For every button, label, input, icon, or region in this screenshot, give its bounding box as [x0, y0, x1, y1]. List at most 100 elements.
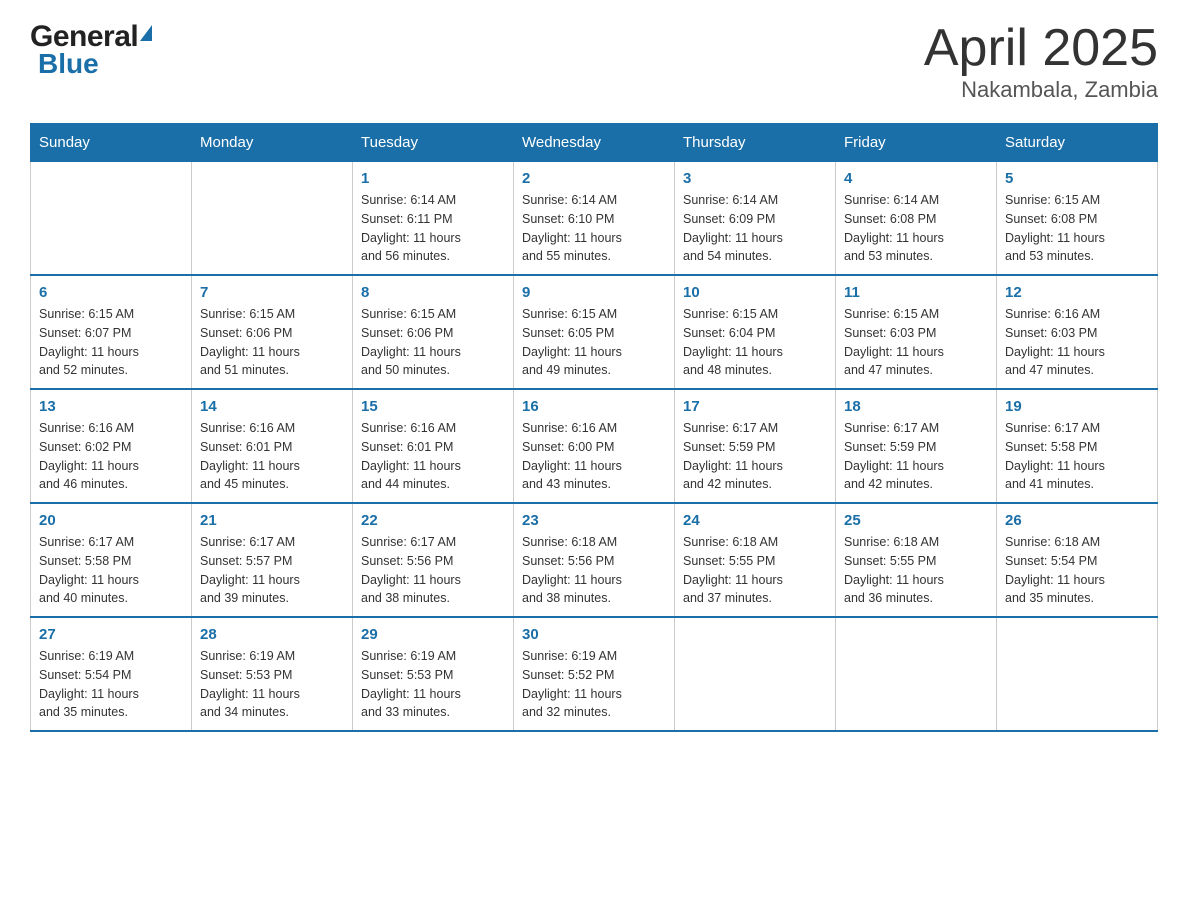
day-number: 9 [522, 284, 666, 301]
day-number: 11 [844, 284, 988, 301]
day-info: Sunrise: 6:17 AMSunset: 5:57 PMDaylight:… [200, 533, 344, 608]
day-info: Sunrise: 6:17 AMSunset: 5:58 PMDaylight:… [1005, 419, 1149, 494]
title-block: April 2025 Nakambala, Zambia [924, 20, 1158, 103]
header-cell-thursday: Thursday [675, 124, 836, 162]
header-cell-saturday: Saturday [997, 124, 1158, 162]
calendar-cell: 24 Sunrise: 6:18 AMSunset: 5:55 PMDayligh… [675, 503, 836, 617]
day-number: 21 [200, 512, 344, 529]
calendar-body: 1 Sunrise: 6:14 AMSunset: 6:11 PMDaylight… [31, 162, 1158, 732]
calendar-cell: 18Sunrise: 6:17 AMSunset: 5:59 PMDayligh… [836, 389, 997, 503]
calendar-cell: 7 Sunrise: 6:15 AMSunset: 6:06 PMDaylight… [192, 275, 353, 389]
day-number: 17 [683, 398, 827, 415]
logo-arrow-icon [140, 25, 152, 41]
header-cell-wednesday: Wednesday [514, 124, 675, 162]
header-cell-friday: Friday [836, 124, 997, 162]
calendar-table: SundayMondayTuesdayWednesdayThursdayFrid… [30, 123, 1158, 732]
day-info: Sunrise: 6:17 AMSunset: 5:58 PMDaylight:… [39, 533, 183, 608]
calendar-week-row: 27Sunrise: 6:19 AMSunset: 5:54 PMDayligh… [31, 617, 1158, 731]
day-info: Sunrise: 6:16 AMSunset: 6:02 PMDaylight:… [39, 419, 183, 494]
day-info: Sunrise: 6:16 AMSunset: 6:00 PMDaylight:… [522, 419, 666, 494]
day-number: 6 [39, 284, 183, 301]
calendar-cell: 6 Sunrise: 6:15 AMSunset: 6:07 PMDaylight… [31, 275, 192, 389]
day-number: 14 [200, 398, 344, 415]
day-number: 26 [1005, 512, 1149, 529]
day-info: Sunrise: 6:17 AMSunset: 5:59 PMDaylight:… [844, 419, 988, 494]
day-number: 7 [200, 284, 344, 301]
day-info: Sunrise: 6:15 AMSunset: 6:06 PMDaylight:… [361, 305, 505, 380]
day-number: 12 [1005, 284, 1149, 301]
location-title: Nakambala, Zambia [924, 77, 1158, 103]
calendar-week-row: 13 Sunrise: 6:16 AMSunset: 6:02 PMDayligh… [31, 389, 1158, 503]
day-info: Sunrise: 6:15 AMSunset: 6:08 PMDaylight:… [1005, 191, 1149, 266]
day-number: 19 [1005, 398, 1149, 415]
day-info: Sunrise: 6:18 AMSunset: 5:56 PMDaylight:… [522, 533, 666, 608]
calendar-cell: 8 Sunrise: 6:15 AMSunset: 6:06 PMDaylight… [353, 275, 514, 389]
calendar-cell: 4Sunrise: 6:14 AMSunset: 6:08 PMDaylight… [836, 162, 997, 276]
calendar-cell: 1 Sunrise: 6:14 AMSunset: 6:11 PMDaylight… [353, 162, 514, 276]
day-info: Sunrise: 6:18 AMSunset: 5:54 PMDaylight:… [1005, 533, 1149, 608]
calendar-week-row: 1 Sunrise: 6:14 AMSunset: 6:11 PMDaylight… [31, 162, 1158, 276]
calendar-header-row: SundayMondayTuesdayWednesdayThursdayFrid… [31, 124, 1158, 162]
calendar-cell: 27Sunrise: 6:19 AMSunset: 5:54 PMDayligh… [31, 617, 192, 731]
calendar-cell [675, 617, 836, 731]
calendar-cell: 19 Sunrise: 6:17 AMSunset: 5:58 PMDayligh… [997, 389, 1158, 503]
day-info: Sunrise: 6:17 AMSunset: 5:56 PMDaylight:… [361, 533, 505, 608]
day-number: 23 [522, 512, 666, 529]
day-info: Sunrise: 6:15 AMSunset: 6:05 PMDaylight:… [522, 305, 666, 380]
day-info: Sunrise: 6:16 AMSunset: 6:01 PMDaylight:… [200, 419, 344, 494]
day-info: Sunrise: 6:15 AMSunset: 6:04 PMDaylight:… [683, 305, 827, 380]
day-info: Sunrise: 6:18 AMSunset: 5:55 PMDaylight:… [844, 533, 988, 608]
calendar-cell [836, 617, 997, 731]
day-info: Sunrise: 6:16 AMSunset: 6:01 PMDaylight:… [361, 419, 505, 494]
calendar-cell [31, 162, 192, 276]
day-number: 13 [39, 398, 183, 415]
day-number: 27 [39, 626, 183, 643]
calendar-cell: 21 Sunrise: 6:17 AMSunset: 5:57 PMDayligh… [192, 503, 353, 617]
day-number: 28 [200, 626, 344, 643]
calendar-header: SundayMondayTuesdayWednesdayThursdayFrid… [31, 124, 1158, 162]
calendar-cell: 10 Sunrise: 6:15 AMSunset: 6:04 PMDayligh… [675, 275, 836, 389]
calendar-week-row: 20 Sunrise: 6:17 AMSunset: 5:58 PMDayligh… [31, 503, 1158, 617]
day-info: Sunrise: 6:15 AMSunset: 6:07 PMDaylight:… [39, 305, 183, 380]
day-number: 22 [361, 512, 505, 529]
calendar-cell: 15Sunrise: 6:16 AMSunset: 6:01 PMDayligh… [353, 389, 514, 503]
day-info: Sunrise: 6:19 AMSunset: 5:52 PMDaylight:… [522, 647, 666, 722]
day-number: 5 [1005, 170, 1149, 187]
day-info: Sunrise: 6:14 AMSunset: 6:09 PMDaylight:… [683, 191, 827, 266]
day-info: Sunrise: 6:14 AMSunset: 6:08 PMDaylight:… [844, 191, 988, 266]
day-info: Sunrise: 6:17 AMSunset: 5:59 PMDaylight:… [683, 419, 827, 494]
day-number: 3 [683, 170, 827, 187]
day-info: Sunrise: 6:19 AMSunset: 5:53 PMDaylight:… [361, 647, 505, 722]
day-number: 2 [522, 170, 666, 187]
day-number: 1 [361, 170, 505, 187]
calendar-cell: 29Sunrise: 6:19 AMSunset: 5:53 PMDayligh… [353, 617, 514, 731]
day-info: Sunrise: 6:14 AMSunset: 6:11 PMDaylight:… [361, 191, 505, 266]
page-header: General Blue April 2025 Nakambala, Zambi… [30, 20, 1158, 103]
calendar-cell: 11 Sunrise: 6:15 AMSunset: 6:03 PMDayligh… [836, 275, 997, 389]
day-number: 8 [361, 284, 505, 301]
logo: General Blue [30, 20, 152, 80]
calendar-cell: 28Sunrise: 6:19 AMSunset: 5:53 PMDayligh… [192, 617, 353, 731]
header-cell-tuesday: Tuesday [353, 124, 514, 162]
calendar-cell: 22 Sunrise: 6:17 AMSunset: 5:56 PMDayligh… [353, 503, 514, 617]
calendar-cell: 23 Sunrise: 6:18 AMSunset: 5:56 PMDayligh… [514, 503, 675, 617]
day-info: Sunrise: 6:15 AMSunset: 6:03 PMDaylight:… [844, 305, 988, 380]
month-title: April 2025 [924, 20, 1158, 77]
calendar-cell: 12 Sunrise: 6:16 AMSunset: 6:03 PMDayligh… [997, 275, 1158, 389]
calendar-cell: 26 Sunrise: 6:18 AMSunset: 5:54 PMDayligh… [997, 503, 1158, 617]
header-cell-monday: Monday [192, 124, 353, 162]
day-info: Sunrise: 6:15 AMSunset: 6:06 PMDaylight:… [200, 305, 344, 380]
calendar-cell: 30Sunrise: 6:19 AMSunset: 5:52 PMDayligh… [514, 617, 675, 731]
calendar-cell: 5 Sunrise: 6:15 AMSunset: 6:08 PMDaylight… [997, 162, 1158, 276]
calendar-cell: 13 Sunrise: 6:16 AMSunset: 6:02 PMDayligh… [31, 389, 192, 503]
day-number: 20 [39, 512, 183, 529]
day-number: 10 [683, 284, 827, 301]
day-info: Sunrise: 6:18 AMSunset: 5:55 PMDaylight:… [683, 533, 827, 608]
calendar-cell: 17 Sunrise: 6:17 AMSunset: 5:59 PMDayligh… [675, 389, 836, 503]
calendar-cell [192, 162, 353, 276]
calendar-week-row: 6 Sunrise: 6:15 AMSunset: 6:07 PMDaylight… [31, 275, 1158, 389]
logo-blue-text: Blue [38, 48, 99, 80]
day-number: 24 [683, 512, 827, 529]
day-info: Sunrise: 6:16 AMSunset: 6:03 PMDaylight:… [1005, 305, 1149, 380]
calendar-cell: 14 Sunrise: 6:16 AMSunset: 6:01 PMDayligh… [192, 389, 353, 503]
